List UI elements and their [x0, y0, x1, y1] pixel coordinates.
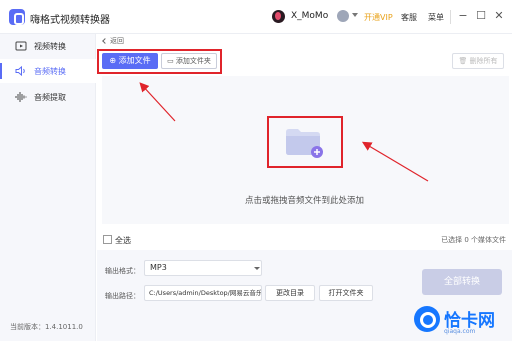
- close-button[interactable]: ✕: [492, 9, 506, 23]
- title-divider: [450, 10, 451, 24]
- avatar[interactable]: [272, 10, 285, 23]
- app-title: 嗨格式视频转换器: [30, 15, 110, 26]
- chevron-left-icon: [102, 38, 108, 44]
- output-format-label: 输出格式：: [105, 267, 140, 275]
- user-name[interactable]: X_MoMo: [291, 11, 328, 21]
- highlight-box-folder: [267, 116, 343, 168]
- membership-badge-icon: [337, 10, 349, 22]
- drop-hint-text: 点击或拖拽音频文件到此处添加: [244, 196, 364, 206]
- output-format-select[interactable]: MP3: [144, 260, 262, 276]
- sidebar-item-audio-extract[interactable]: 音频提取: [0, 85, 96, 109]
- output-path-label: 输出路径：: [105, 292, 140, 300]
- title-bar: 嗨格式视频转换器 X_MoMo 开通VIP 客服 菜单 − ☐ ✕: [0, 0, 512, 34]
- sidebar-item-label: 视频转换: [34, 42, 66, 51]
- sidebar-item-video-convert[interactable]: 视频转换: [0, 34, 96, 58]
- minimize-button[interactable]: −: [456, 9, 470, 23]
- watermark-logo: 恰卡网 qiaqa.com: [406, 302, 510, 340]
- sidebar-item-label: 音频转换: [34, 67, 66, 76]
- sidebar: 视频转换 音频转换 音频提取 当前版本：1.4.1011.0: [0, 34, 96, 341]
- output-path-field[interactable]: C:/Users/admin/Desktop/网易云音乐: [144, 285, 262, 301]
- app-logo-icon: [9, 9, 25, 25]
- magnifier-icon: [414, 306, 440, 332]
- change-directory-button[interactable]: 更改目录: [265, 285, 315, 301]
- video-icon: [15, 41, 27, 51]
- main-panel: 返回 ⊕ 添加文件 ▭ 添加文件夹 🗑 删除所有 点击或拖拽音频文件到此处添加 …: [97, 34, 512, 341]
- maximize-button[interactable]: ☐: [474, 9, 488, 23]
- audio-icon: [15, 65, 25, 77]
- open-vip-link[interactable]: 开通VIP: [364, 12, 393, 23]
- clear-all-label: 删除所有: [469, 57, 498, 65]
- chevron-down-icon[interactable]: [254, 267, 260, 270]
- waveform-icon: [15, 92, 27, 102]
- select-all-label[interactable]: 全选: [115, 235, 131, 246]
- selected-count: 已选择 0 个媒体文件: [441, 236, 506, 244]
- clear-all-button[interactable]: 🗑 删除所有: [452, 53, 504, 69]
- watermark-url: qiaqa.com: [444, 328, 476, 335]
- chevron-down-icon[interactable]: [352, 13, 358, 17]
- open-folder-button[interactable]: 打开文件夹: [319, 285, 373, 301]
- version-label: 当前版本：1.4.1011.0: [10, 323, 83, 331]
- select-all-checkbox[interactable]: [103, 235, 112, 244]
- highlight-box-add-buttons: [97, 49, 222, 74]
- menu-link[interactable]: 菜单: [428, 12, 444, 23]
- convert-all-button[interactable]: 全部转换: [422, 269, 502, 295]
- sidebar-item-label: 音频提取: [34, 93, 66, 102]
- customer-service-link[interactable]: 客服: [401, 12, 417, 23]
- back-link[interactable]: 返回: [102, 36, 124, 46]
- sidebar-item-audio-convert[interactable]: 音频转换: [0, 59, 96, 83]
- back-label: 返回: [110, 37, 124, 45]
